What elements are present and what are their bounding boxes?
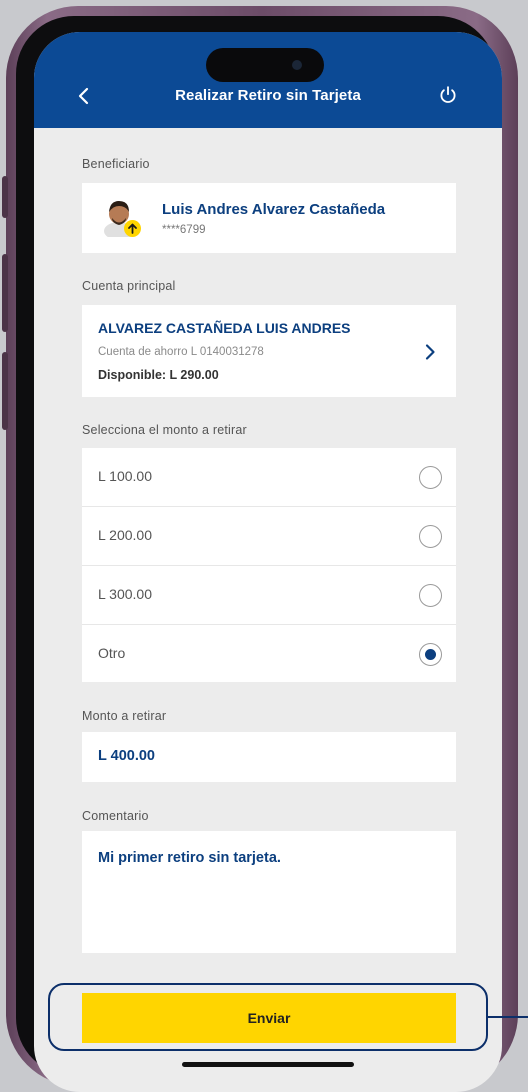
app-header: Realizar Retiro sin Tarjeta [34, 32, 502, 128]
phone-volume-down [2, 352, 8, 430]
phone-volume-up [2, 254, 8, 332]
amount-option-label: L 100.00 [98, 468, 152, 484]
dynamic-island [206, 48, 324, 82]
account-available: Disponible: L 290.00 [98, 368, 219, 382]
amount-option-200[interactable]: L 200.00 [82, 506, 456, 565]
camera-lens [292, 60, 302, 70]
amount-option-100[interactable]: L 100.00 [82, 448, 456, 506]
beneficiary-card: Luis Andres Alvarez Castañeda ****6799 [82, 183, 456, 253]
radio-button[interactable] [419, 466, 442, 489]
callout-line [488, 1016, 528, 1018]
radio-button-selected[interactable] [419, 643, 442, 666]
comment-label: Comentario [82, 809, 149, 823]
chevron-right-icon[interactable] [420, 342, 440, 362]
comment-text: Mi primer retiro sin tarjeta. [98, 850, 281, 866]
avatar [104, 197, 141, 240]
amount-input[interactable]: L 400.00 [82, 732, 456, 782]
amount-option-label: Otro [98, 645, 126, 661]
amount-option-300[interactable]: L 300.00 [82, 565, 456, 624]
amount-option-label: L 300.00 [98, 586, 152, 602]
amount-option-other[interactable]: Otro [82, 624, 456, 683]
account-holder: ALVAREZ CASTAÑEDA LUIS ANDRES [98, 320, 351, 336]
beneficiary-name: Luis Andres Alvarez Castañeda [162, 201, 386, 218]
amount-options: L 100.00 L 200.00 L 300.00 Otro [82, 448, 456, 682]
beneficiary-account: ****6799 [162, 224, 206, 236]
account-type-number: Cuenta de ahorro L 0140031278 [98, 346, 264, 358]
amount-input-value: L 400.00 [98, 748, 155, 764]
power-icon[interactable] [437, 84, 459, 106]
phone-side-button [2, 176, 8, 218]
radio-button[interactable] [419, 584, 442, 607]
amount-option-label: L 200.00 [98, 527, 152, 543]
amount-input-label: Monto a retirar [82, 709, 167, 723]
highlight-ring [48, 983, 488, 1051]
comment-textarea[interactable]: Mi primer retiro sin tarjeta. [82, 831, 456, 953]
amount-select-label: Selecciona el monto a retirar [82, 423, 247, 437]
beneficiary-label: Beneficiario [82, 157, 150, 171]
account-selector[interactable]: ALVAREZ CASTAÑEDA LUIS ANDRES Cuenta de … [82, 305, 456, 397]
account-label: Cuenta principal [82, 279, 176, 293]
app-screen: Realizar Retiro sin Tarjeta Beneficiario… [34, 32, 502, 1092]
radio-button[interactable] [419, 525, 442, 548]
arrow-up-icon [124, 220, 141, 237]
page-title: Realizar Retiro sin Tarjeta [175, 87, 361, 104]
home-indicator [182, 1062, 354, 1067]
